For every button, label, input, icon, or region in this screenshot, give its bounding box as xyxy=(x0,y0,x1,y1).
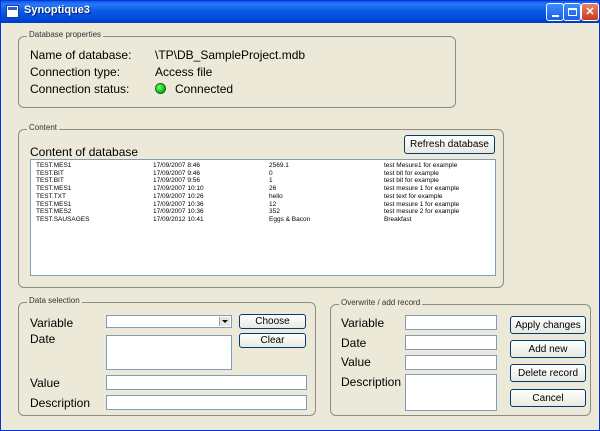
record-date: 17/09/2007 10:36 xyxy=(153,200,204,208)
minimize-icon xyxy=(551,15,559,17)
record-value: 2569.1 xyxy=(269,162,289,169)
data-selection-group: Data selection Variable Choose Date Clea… xyxy=(18,296,316,416)
overwrite-value-label: Value xyxy=(341,355,371,369)
delete-record-button[interactable]: Delete record xyxy=(510,364,586,382)
record-value: 352 xyxy=(269,208,280,216)
selection-description-label: Description xyxy=(30,396,91,410)
record-variable: TEST.MES1 xyxy=(36,185,72,193)
connection-status-label: Connection status: xyxy=(30,82,130,96)
record-date: 17/09/2007 9:56 xyxy=(153,177,200,185)
selection-description-field[interactable] xyxy=(106,395,307,410)
record-date: 17/09/2007 10:36 xyxy=(153,208,204,216)
connection-status-value: Connected xyxy=(175,82,234,96)
record-description: test mesure 1 for example xyxy=(384,185,460,193)
overwrite-description-field[interactable] xyxy=(405,374,497,411)
overwrite-value-field[interactable] xyxy=(405,355,497,370)
app-window: Synoptique3 ✕ Database properties Name o… xyxy=(0,0,600,431)
record-value: Eggs & Bacon xyxy=(269,215,311,223)
data-selection-legend: Data selection xyxy=(27,296,82,305)
overwrite-legend: Overwrite / add record xyxy=(339,298,423,307)
selection-value-field[interactable] xyxy=(106,375,307,390)
cancel-button[interactable]: Cancel xyxy=(510,389,586,407)
table-row[interactable]: TEST.SAUSAGES 17/09/2012 10:41 Eggs & Baco… xyxy=(31,216,495,224)
app-icon xyxy=(6,5,19,18)
selection-value-label: Value xyxy=(30,376,60,390)
overwrite-date-field[interactable] xyxy=(405,335,497,350)
minimize-button[interactable] xyxy=(546,3,564,21)
content-group: Content Content of database Refresh data… xyxy=(18,123,504,288)
connection-type-value: Access file xyxy=(155,65,213,79)
overwrite-variable-field[interactable] xyxy=(405,315,497,330)
record-date: 17/09/2007 10:10 xyxy=(153,185,204,193)
record-date: 17/09/2007 9:46 xyxy=(153,169,200,177)
record-variable: TEST.BIT xyxy=(36,169,64,177)
db-name-label: Name of database: xyxy=(30,48,132,62)
connection-type-label: Connection type: xyxy=(30,65,121,79)
close-icon: ✕ xyxy=(585,5,595,18)
chevron-down-icon[interactable] xyxy=(219,317,230,326)
database-properties-legend: Database properties xyxy=(27,30,104,39)
record-variable: TEST.BIT xyxy=(36,177,64,185)
record-description: test mesure 1 for example xyxy=(384,200,460,208)
overwrite-variable-label: Variable xyxy=(341,316,385,330)
close-button[interactable]: ✕ xyxy=(581,3,599,21)
database-record-list[interactable]: TEST.MES1 17/09/2007 8:46 2569.1 test Mesur… xyxy=(30,159,496,276)
title-bar[interactable]: Synoptique3 ✕ xyxy=(1,1,599,23)
record-description: test text for example xyxy=(384,192,443,200)
content-heading: Content of database xyxy=(30,145,139,159)
record-value: 26 xyxy=(269,185,277,193)
maximize-icon xyxy=(567,8,577,16)
record-variable: TEST.TXT xyxy=(36,192,66,200)
record-value: hello xyxy=(269,192,283,200)
refresh-database-button[interactable]: Refresh database xyxy=(404,135,495,154)
selection-variable-select[interactable] xyxy=(106,315,232,328)
record-value: 1 xyxy=(269,177,273,185)
record-value: 12 xyxy=(269,200,277,208)
record-variable: TEST.MES1 xyxy=(36,162,72,169)
record-description: test mesure 2 for example xyxy=(384,208,460,216)
record-description: test Mesure1 for example xyxy=(384,162,458,169)
record-description: Breakfast xyxy=(384,215,412,223)
selection-date-label: Date xyxy=(30,332,56,346)
clear-button[interactable]: Clear xyxy=(239,333,306,348)
record-variable: TEST.MES2 xyxy=(36,208,72,216)
record-variable: TEST.SAUSAGES xyxy=(36,215,90,223)
content-legend: Content xyxy=(27,123,60,132)
overwrite-date-label: Date xyxy=(341,336,367,350)
db-name-value: \TP\DB_SampleProject.mdb xyxy=(155,48,306,62)
record-variable: TEST.MES1 xyxy=(36,200,72,208)
record-date: 17/09/2012 10:41 xyxy=(153,215,204,223)
maximize-button[interactable] xyxy=(563,3,581,21)
overwrite-description-label: Description xyxy=(341,375,402,389)
record-description: test bit for example xyxy=(384,177,439,185)
selection-variable-label: Variable xyxy=(30,316,74,330)
overwrite-group: Overwrite / add record Variable Apply ch… xyxy=(330,298,591,416)
database-properties-group: Database properties Name of database: \T… xyxy=(18,30,456,108)
record-value: 0 xyxy=(269,169,273,177)
record-date: 17/09/2007 8:46 xyxy=(153,162,200,169)
choose-button[interactable]: Choose xyxy=(239,314,306,329)
record-date: 17/09/2007 10:26 xyxy=(153,192,204,200)
selection-date-field[interactable] xyxy=(106,335,232,370)
add-new-button[interactable]: Add new xyxy=(510,340,586,358)
connection-status-icon xyxy=(155,83,166,94)
window-title: Synoptique3 xyxy=(24,4,91,16)
record-description: test bit for example xyxy=(384,169,439,177)
apply-changes-button[interactable]: Apply changes xyxy=(510,316,586,334)
